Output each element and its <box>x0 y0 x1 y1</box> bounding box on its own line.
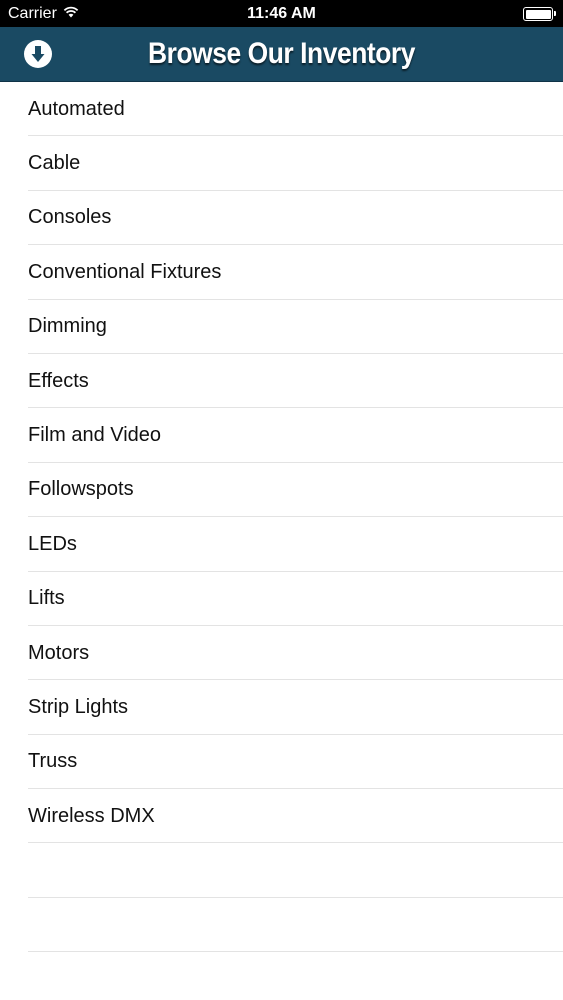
list-item-effects[interactable]: Effects <box>0 354 563 409</box>
status-bar: Carrier 11:46 AM <box>0 0 563 27</box>
status-time: 11:46 AM <box>247 5 316 22</box>
list-item-truss[interactable]: Truss <box>0 735 563 790</box>
list-item-strip-lights[interactable]: Strip Lights <box>0 680 563 736</box>
navigation-bar: Browse Our Inventory <box>0 27 563 82</box>
list-item-consoles[interactable]: Consoles <box>0 191 563 246</box>
empty-row <box>0 898 563 953</box>
list-item-film-and-video[interactable]: Film and Video <box>0 408 563 464</box>
list-item-automated[interactable]: Automated <box>0 82 563 137</box>
list-item-cable[interactable]: Cable <box>0 136 563 192</box>
page-title: Browse Our Inventory <box>148 37 415 70</box>
list-item-conventional-fixtures[interactable]: Conventional Fixtures <box>0 245 563 300</box>
list-item-wireless-dmx[interactable]: Wireless DMX <box>0 789 563 844</box>
battery-icon <box>523 7 556 21</box>
list-item-dimming[interactable]: Dimming <box>0 300 563 355</box>
category-list: Automated Cable Consoles Conventional Fi… <box>0 82 563 953</box>
list-item-lifts[interactable]: Lifts <box>0 572 563 627</box>
list-item-motors[interactable]: Motors <box>0 626 563 681</box>
list-item-followspots[interactable]: Followspots <box>0 463 563 518</box>
empty-row <box>0 843 563 899</box>
list-item-leds[interactable]: LEDs <box>0 517 563 572</box>
battery-fill <box>525 9 551 19</box>
battery-nub <box>553 11 556 16</box>
